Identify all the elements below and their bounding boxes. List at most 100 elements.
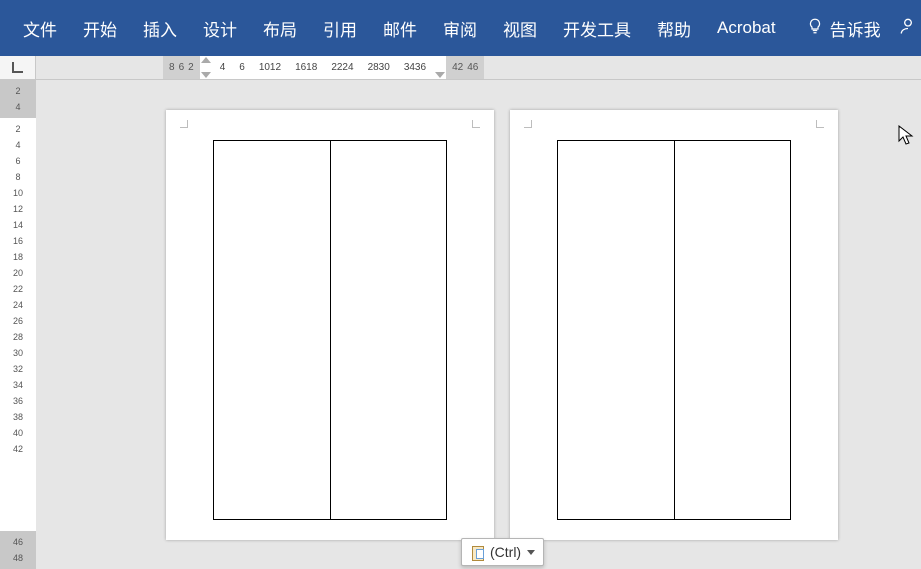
crop-mark (178, 118, 188, 128)
vruler-tick: 14 (13, 220, 23, 230)
hruler-tick: 1012 (257, 62, 283, 73)
tab-developer[interactable]: 开发工具 (550, 0, 644, 56)
hruler-tick: 42 (450, 62, 465, 73)
tab-design-label: 设计 (203, 16, 237, 41)
tab-insert[interactable]: 插入 (130, 0, 190, 56)
paste-options-label: (Ctrl) (490, 544, 521, 560)
tab-acrobat[interactable]: Acrobat (704, 0, 789, 56)
horizontal-ruler-row: 8 6 2 4 6 1012 1618 2224 2830 3436 42 46 (0, 56, 921, 80)
workspace: 2 4 2 4 6 8 10 12 14 16 18 20 22 24 26 2… (0, 80, 921, 569)
first-line-indent-icon (201, 57, 211, 63)
crop-mark (472, 118, 482, 128)
hruler-tick: 46 (465, 62, 480, 73)
tell-me-button[interactable]: 告诉我 (793, 0, 894, 56)
hruler-body: 4 6 1012 1618 2224 2830 3436 (212, 56, 434, 79)
tab-home-label: 开始 (83, 16, 117, 41)
vruler-body: 2 4 6 8 10 12 14 16 18 20 22 24 26 28 30… (0, 118, 36, 531)
tab-mailings[interactable]: 邮件 (370, 0, 430, 56)
tab-references[interactable]: 引用 (310, 0, 370, 56)
vruler-tick: 24 (13, 300, 23, 310)
hruler-tick: 3436 (402, 62, 428, 73)
vruler-tick: 22 (13, 284, 23, 294)
vruler-tick: 36 (13, 396, 23, 406)
hruler-tick: 8 (167, 62, 177, 73)
vruler-tick: 10 (13, 188, 23, 198)
hruler-right-margin: 42 46 (446, 56, 484, 79)
table-page-2[interactable] (557, 140, 791, 520)
vertical-ruler[interactable]: 2 4 2 4 6 8 10 12 14 16 18 20 22 24 26 2… (0, 80, 36, 569)
tab-view-label: 视图 (503, 16, 537, 41)
hruler-tick: 2830 (366, 62, 392, 73)
hanging-indent-icon (201, 72, 211, 78)
clipboard-icon (470, 543, 486, 561)
tab-file-label: 文件 (23, 16, 57, 41)
tell-me-label: 告诉我 (830, 16, 881, 41)
paste-options-popup[interactable]: (Ctrl) (461, 538, 544, 566)
crop-mark (522, 118, 532, 128)
ribbon-tabs: 文件 开始 插入 设计 布局 引用 邮件 审阅 视图 开发工具 帮助 Acrob… (0, 0, 921, 56)
tab-layout[interactable]: 布局 (250, 0, 310, 56)
vruler-tick: 28 (13, 332, 23, 342)
page-2[interactable] (510, 110, 838, 540)
tab-layout-label: 布局 (263, 16, 297, 41)
tab-design[interactable]: 设计 (190, 0, 250, 56)
tab-review[interactable]: 审阅 (430, 0, 490, 56)
hruler-tick: 2224 (329, 62, 355, 73)
hruler-tick: 6 (237, 62, 247, 73)
vruler-tick: 18 (13, 252, 23, 262)
vruler-tick: 42 (13, 444, 23, 454)
crop-mark (816, 118, 826, 128)
lightbulb-icon (806, 17, 824, 40)
table-cell[interactable] (558, 141, 675, 519)
tab-developer-label: 开发工具 (563, 16, 631, 41)
horizontal-ruler[interactable]: 8 6 2 4 6 1012 1618 2224 2830 3436 42 46 (163, 56, 484, 79)
tab-help[interactable]: 帮助 (644, 0, 704, 56)
tab-view[interactable]: 视图 (490, 0, 550, 56)
right-indent-icon (435, 72, 445, 78)
hruler-tick: 2 (186, 62, 196, 73)
vruler-tick: 12 (13, 204, 23, 214)
page-1[interactable] (166, 110, 494, 540)
hruler-left-margin: 8 6 2 (163, 56, 200, 79)
vruler-tick: 26 (13, 316, 23, 326)
vruler-tick: 2 (15, 86, 20, 96)
vruler-tick: 4 (15, 140, 20, 150)
tab-acrobat-label: Acrobat (717, 18, 776, 38)
table-cell[interactable] (331, 141, 447, 519)
table-page-1[interactable] (213, 140, 447, 520)
vruler-tick: 40 (13, 428, 23, 438)
share-button[interactable] (894, 0, 921, 56)
chevron-down-icon (527, 550, 535, 555)
indent-marker-left[interactable] (200, 56, 212, 79)
table-cell[interactable] (214, 141, 331, 519)
vruler-tick: 6 (15, 156, 20, 166)
tab-insert-label: 插入 (143, 16, 177, 41)
vruler-tick: 46 (13, 537, 23, 547)
vruler-tick: 4 (15, 102, 20, 112)
tab-review-label: 审阅 (443, 16, 477, 41)
vruler-tick: 8 (15, 172, 20, 182)
vruler-tick: 38 (13, 412, 23, 422)
tab-stop-icon (12, 62, 23, 73)
tab-mailings-label: 邮件 (383, 16, 417, 41)
vruler-tick: 34 (13, 380, 23, 390)
hruler-tick: 1618 (293, 62, 319, 73)
vruler-tick: 2 (15, 124, 20, 134)
tab-home[interactable]: 开始 (70, 0, 130, 56)
tab-file[interactable]: 文件 (10, 0, 70, 56)
vruler-tick: 32 (13, 364, 23, 374)
share-icon (898, 16, 918, 41)
vruler-top-margin: 2 4 (0, 80, 36, 118)
vruler-tick: 20 (13, 268, 23, 278)
tab-stop-selector[interactable] (0, 56, 36, 79)
hruler-tick: 4 (218, 62, 228, 73)
mouse-cursor (898, 125, 916, 152)
indent-marker-right[interactable] (434, 56, 446, 79)
vruler-tick: 30 (13, 348, 23, 358)
tab-references-label: 引用 (323, 16, 357, 41)
tab-help-label: 帮助 (657, 16, 691, 41)
document-canvas[interactable]: (Ctrl) (36, 80, 921, 569)
hruler-tick: 6 (177, 62, 187, 73)
table-cell[interactable] (675, 141, 791, 519)
vruler-tick: 48 (13, 553, 23, 563)
